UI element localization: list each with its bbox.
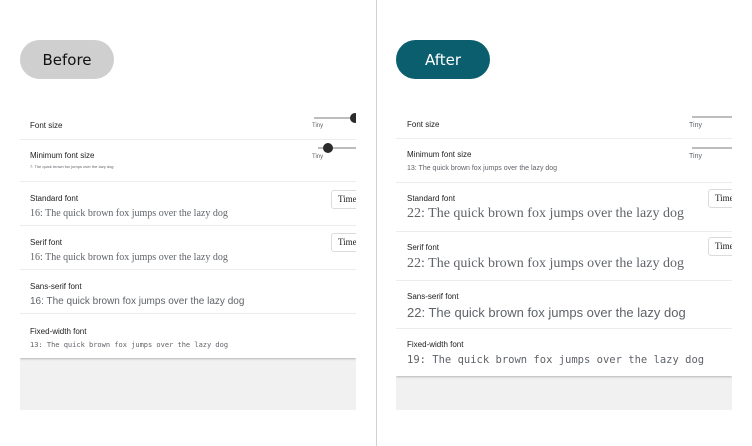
serif-font-select[interactable]: Time — [331, 233, 356, 252]
after-font-size-row: Font size Tiny — [396, 108, 732, 139]
before-settings-card: Font size Tiny Minimum font size 7: The … — [20, 108, 356, 358]
after-serif-font-row: Serif font 22: The quick brown fox jumps… — [396, 232, 732, 281]
sans-serif-font-sample: 22: The quick brown fox jumps over the l… — [407, 305, 686, 320]
before-min-font-size-row: Minimum font size 7: The quick brown fox… — [20, 140, 356, 182]
after-badge: After — [396, 40, 490, 79]
before-fixed-width-font-row: Fixed-width font 13: The quick brown fox… — [20, 314, 356, 358]
font-size-label: Font size — [407, 120, 440, 129]
center-divider — [376, 0, 377, 446]
font-size-slider-track[interactable] — [692, 116, 732, 118]
standard-font-sample: 22: The quick brown fox jumps over the l… — [407, 206, 684, 221]
font-size-slider-thumb[interactable] — [350, 113, 356, 123]
after-settings-card: Font size Tiny Minimum font size 13: The… — [396, 108, 732, 376]
standard-font-sample: 16: The quick brown fox jumps over the l… — [30, 208, 228, 219]
fixed-width-font-sample: 19: The quick brown fox jumps over the l… — [407, 354, 705, 366]
after-fixed-width-font-row: Fixed-width font 19: The quick brown fox… — [396, 329, 732, 376]
sans-serif-font-label: Sans-serif font — [407, 292, 459, 301]
after-min-font-size-row: Minimum font size 13: The quick brown fo… — [396, 139, 732, 183]
font-size-slider-value: Tiny — [689, 122, 702, 129]
after-sans-serif-font-row: Sans-serif font 22: The quick brown fox … — [396, 281, 732, 329]
before-standard-font-row: Standard font 16: The quick brown fox ju… — [20, 182, 356, 226]
serif-font-sample: 22: The quick brown fox jumps over the l… — [407, 256, 684, 271]
fixed-width-font-sample: 13: The quick brown fox jumps over the l… — [30, 341, 229, 349]
min-font-size-label: Minimum font size — [407, 150, 472, 159]
before-sans-serif-font-row: Sans-serif font 16: The quick brown fox … — [20, 270, 356, 314]
serif-font-sample: 16: The quick brown fox jumps over the l… — [30, 252, 228, 263]
fixed-width-font-label: Fixed-width font — [407, 340, 464, 349]
before-settings-panel: Font size Tiny Minimum font size 7: The … — [20, 108, 356, 410]
sans-serif-font-label: Sans-serif font — [30, 282, 82, 291]
before-font-size-row: Font size Tiny — [20, 108, 356, 140]
min-font-size-sample: 7: The quick brown fox jumps over the la… — [30, 164, 114, 169]
serif-font-label: Serif font — [407, 243, 440, 252]
min-font-size-slider-thumb[interactable] — [323, 143, 334, 153]
standard-font-select[interactable]: Time — [331, 190, 356, 209]
min-font-size-slider-value: Tiny — [312, 154, 324, 160]
serif-font-label: Serif font — [30, 238, 63, 247]
before-serif-font-row: Serif font 16: The quick brown fox jumps… — [20, 226, 356, 270]
sans-serif-font-sample: 16: The quick brown fox jumps over the l… — [30, 296, 245, 307]
min-font-size-label: Minimum font size — [30, 151, 95, 160]
min-font-size-slider-track[interactable] — [692, 147, 732, 149]
standard-font-select[interactable]: Time — [708, 189, 732, 208]
after-standard-font-row: Standard font 22: The quick brown fox ju… — [396, 183, 732, 232]
font-size-label: Font size — [30, 121, 63, 130]
after-settings-panel: Font size Tiny Minimum font size 13: The… — [396, 108, 732, 410]
serif-font-select[interactable]: Time — [708, 237, 732, 256]
before-badge: Before — [20, 40, 114, 79]
min-font-size-sample: 13: The quick brown fox jumps over the l… — [407, 165, 558, 172]
font-size-slider-value: Tiny — [312, 123, 324, 129]
standard-font-label: Standard font — [30, 194, 79, 203]
standard-font-label: Standard font — [407, 194, 456, 203]
min-font-size-slider-value: Tiny — [689, 153, 702, 160]
fixed-width-font-label: Fixed-width font — [30, 327, 87, 336]
